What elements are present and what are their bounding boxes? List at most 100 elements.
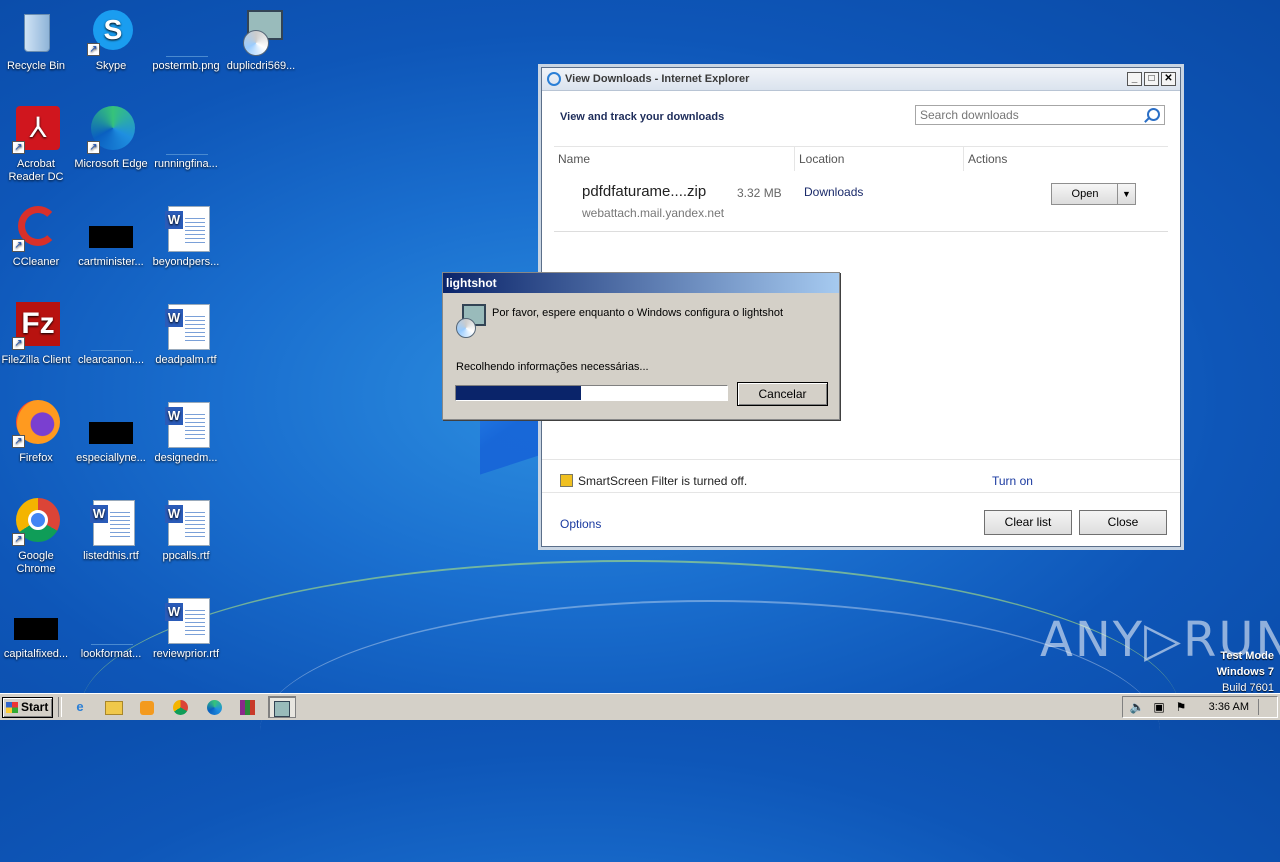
download-file-size: 3.32 MB (737, 186, 782, 200)
ccleaner-icon: ↗ (12, 204, 60, 252)
smartscreen-status: SmartScreen Filter is turned off. (578, 474, 748, 488)
action-center-flag-icon[interactable]: ⚑ (1173, 700, 1189, 714)
desktop-icon-cartminister[interactable]: cartminister... (73, 204, 149, 269)
filezilla-icon: Fz ↗ (12, 302, 60, 350)
shortcut-arrow-icon: ↗ (87, 43, 100, 56)
minimize-button[interactable]: _ (1127, 72, 1142, 86)
desktop-icon-label: listedthis.rtf (83, 550, 139, 562)
desktop-icon-capitalfixed[interactable]: capitalfixed... (0, 596, 74, 661)
word-doc-icon: W (162, 400, 210, 448)
image-file-icon (162, 8, 210, 57)
desktop-icon-listedthis[interactable]: W listedthis.rtf (73, 498, 149, 563)
test-mode-label: Test Mode (1220, 650, 1274, 662)
desktop-icon-firefox[interactable]: ↗ Firefox (0, 400, 74, 465)
chevron-down-icon[interactable]: ▼ (1117, 184, 1135, 204)
desktop-icon-label: clearcanon.... (77, 354, 145, 366)
desktop-icon-label: Skype (95, 60, 127, 72)
desktop-icon-especiallyne[interactable]: especiallyne... (73, 400, 149, 465)
start-button[interactable]: Start (2, 697, 53, 718)
open-button-label: Open (1071, 188, 1099, 200)
desktop-icon-reviewprior[interactable]: W reviewprior.rtf (148, 596, 224, 661)
column-header-actions: Actions (968, 152, 1008, 166)
desktop-icon-label: Acrobat Reader DC (8, 158, 64, 183)
desktop-icon-label: beyondpers... (152, 256, 220, 268)
file-icon (162, 106, 210, 155)
desktop-icon-recycle-bin[interactable]: Recycle Bin (0, 8, 74, 73)
clock[interactable]: 3:36 AM (1209, 701, 1249, 713)
word-doc-icon: W (162, 596, 210, 644)
edge-icon: ↗ (87, 106, 135, 154)
download-file-name: pdfdfaturame....zip (582, 183, 707, 200)
column-header-location[interactable]: Location (795, 147, 964, 171)
start-label: Start (21, 700, 49, 714)
desktop-icon-designedm[interactable]: W designedm... (148, 400, 224, 465)
close-window-button[interactable]: ✕ (1161, 72, 1176, 86)
desktop-icon-ccleaner[interactable]: ↗ CCleaner (0, 204, 74, 269)
desktop-icon-acrobat[interactable]: ⅄ ↗ Acrobat Reader DC (0, 106, 74, 184)
options-link[interactable]: Options (560, 517, 601, 531)
desktop-icon-duplicdri[interactable]: duplicdri569... (223, 8, 299, 73)
desktop-icon-runningfina[interactable]: runningfina... (148, 106, 224, 171)
desktop-icon-deadpalm[interactable]: W deadpalm.rtf (148, 302, 224, 367)
column-header-name[interactable]: Name (554, 147, 795, 171)
system-tray: 🔈 ▣ ⚑ 3:36 AM (1122, 696, 1278, 718)
desktop-icon-ppcalls[interactable]: W ppcalls.rtf (148, 498, 224, 563)
taskbar-ie-icon[interactable]: e (66, 696, 94, 718)
desktop-icon-label: duplicdri569... (226, 60, 296, 72)
test-mode-watermark: Test Mode Windows 7 Build 7601 (1217, 648, 1274, 696)
desktop-icon-label: deadpalm.rtf (155, 354, 217, 366)
taskbar: Start e 🔈 ▣ ⚑ 3:36 AM (0, 693, 1280, 720)
file-icon (87, 400, 135, 448)
recycle-bin-icon (12, 8, 60, 56)
shortcut-arrow-icon: ↗ (12, 533, 25, 546)
taskbar-winrar-icon[interactable] (233, 696, 261, 718)
desktop-icon-label: ppcalls.rtf (162, 550, 210, 562)
taskbar-chrome-icon[interactable] (166, 696, 194, 718)
taskbar-separator (58, 697, 62, 717)
desktop-icon-beyondpers[interactable]: W beyondpers... (148, 204, 224, 269)
installer-icon (237, 8, 285, 56)
file-icon (12, 596, 60, 644)
taskbar-media-player-icon[interactable] (133, 696, 161, 718)
desktop-icon-lookformat[interactable]: lookformat... (73, 596, 149, 661)
taskbar-installer-icon[interactable] (268, 696, 296, 718)
desktop-icon-edge[interactable]: ↗ Microsoft Edge (73, 106, 149, 171)
desktop-icon-chrome[interactable]: ↗ Google Chrome (0, 498, 74, 576)
clear-list-button[interactable]: Clear list (984, 510, 1072, 535)
window-title: View Downloads - Internet Explorer (565, 73, 750, 85)
search-downloads-input[interactable]: Search downloads (915, 105, 1165, 125)
shortcut-arrow-icon: ↗ (12, 337, 25, 350)
download-location-link[interactable]: Downloads (804, 185, 863, 199)
word-doc-icon: W (162, 302, 210, 350)
windows-flag-icon (6, 702, 18, 713)
close-button[interactable]: Close (1079, 510, 1167, 535)
dialog-title[interactable]: lightshot (443, 273, 839, 293)
search-icon[interactable] (1147, 108, 1160, 121)
window-title-bar[interactable]: View Downloads - Internet Explorer _ □ ✕ (542, 68, 1180, 91)
smartscreen-shield-icon (560, 474, 573, 487)
desktop-icon-skype[interactable]: S ↗ Skype (73, 8, 149, 73)
taskbar-explorer-icon[interactable] (100, 696, 128, 718)
desktop-icon-label: capitalfixed... (3, 648, 69, 660)
turn-on-link[interactable]: Turn on (992, 474, 1033, 488)
desktop-icon-label: CCleaner (12, 256, 60, 268)
desktop-icon-label: lookformat... (80, 648, 142, 660)
desktop-icon-clearcanon[interactable]: clearcanon.... (73, 302, 149, 367)
acrobat-icon: ⅄ ↗ (12, 106, 60, 154)
download-item-row[interactable]: pdfdfaturame....zip 3.32 MB webattach.ma… (554, 173, 1168, 232)
skype-icon: S ↗ (87, 8, 135, 56)
show-desktop-button[interactable] (1258, 699, 1275, 715)
taskbar-edge-icon[interactable] (200, 696, 228, 718)
open-button[interactable]: Open ▼ (1051, 183, 1136, 205)
network-icon[interactable]: ▣ (1151, 700, 1167, 714)
os-label: Windows 7 (1216, 666, 1274, 678)
desktop-icon-label: runningfina... (154, 158, 218, 170)
volume-icon[interactable]: 🔈 (1129, 700, 1145, 714)
desktop-icon-label: postermb.png (152, 60, 220, 72)
column-headers: Name Location Actions (554, 146, 1168, 171)
cancel-button[interactable]: Cancelar (737, 382, 828, 406)
install-progress-bar (455, 385, 728, 401)
desktop-icon-postermb[interactable]: postermb.png (148, 8, 224, 73)
desktop-icon-filezilla[interactable]: Fz ↗ FileZilla Client (0, 302, 74, 367)
maximize-button[interactable]: □ (1144, 72, 1159, 86)
